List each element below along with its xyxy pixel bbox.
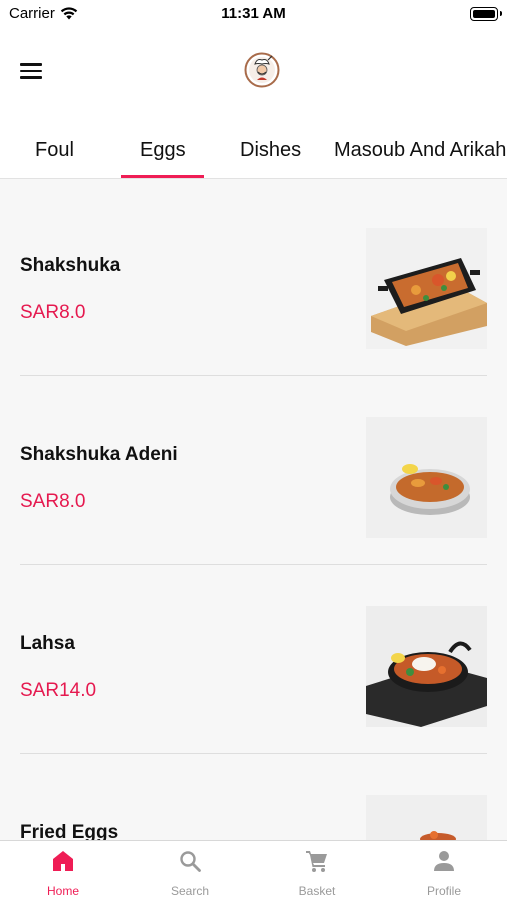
tab-masoub-and-arikah[interactable]: Masoub And Arikah <box>334 139 506 162</box>
lahsa-image <box>366 606 487 727</box>
item-name: Shakshuka Adeni <box>20 444 178 465</box>
nav-basket[interactable]: Basket <box>254 841 380 900</box>
hamburger-menu-icon[interactable] <box>20 58 50 84</box>
tab-foul[interactable]: Foul <box>35 139 74 162</box>
home-icon <box>53 851 73 871</box>
app-header <box>0 30 507 120</box>
battery-icon <box>470 7 502 21</box>
bottom-navigation: Home Search Basket Profile <box>0 840 507 900</box>
nav-basket-label: Basket <box>298 884 336 898</box>
status-bar: Carrier 11:31 AM <box>0 0 507 30</box>
item-price: SAR8.0 <box>20 302 86 323</box>
item-price: SAR14.0 <box>20 680 97 701</box>
menu-item-fried-eggs[interactable]: Fried Eggs <box>0 747 507 840</box>
search-icon <box>180 851 201 872</box>
tab-dishes[interactable]: Dishes <box>240 139 301 162</box>
category-tabs: Foul Eggs Dishes Masoub And Arikah <box>0 120 507 179</box>
nav-search-label: Search <box>170 884 210 898</box>
chef-logo-icon[interactable] <box>244 52 280 88</box>
menu-item-lahsa[interactable]: Lahsa SAR14.0 <box>0 558 507 754</box>
shakshuka-adeni-image <box>366 417 487 538</box>
nav-home-label: Home <box>46 884 79 898</box>
nav-profile[interactable]: Profile <box>381 841 507 900</box>
menu-item-list[interactable]: Shakshuka SAR8.0 Shakshuka Adeni SAR8.0 … <box>0 180 507 840</box>
tab-eggs[interactable]: Eggs <box>140 139 186 162</box>
item-price: SAR8.0 <box>20 491 86 512</box>
fried-eggs-image <box>366 795 487 840</box>
app-screen: Carrier 11:31 AM Foul Eggs Dishes Masoub… <box>0 0 507 900</box>
shakshuka-image <box>366 228 487 349</box>
active-tab-indicator <box>121 175 204 178</box>
status-time: 11:31 AM <box>221 5 286 22</box>
menu-item-shakshuka-adeni[interactable]: Shakshuka Adeni SAR8.0 <box>0 369 507 565</box>
nav-profile-label: Profile <box>426 884 461 898</box>
item-name: Shakshuka <box>20 255 121 276</box>
item-name: Lahsa <box>20 633 75 654</box>
nav-search[interactable]: Search <box>127 841 253 900</box>
cart-icon <box>306 851 327 872</box>
nav-home[interactable]: Home <box>0 841 126 900</box>
profile-icon <box>434 851 454 871</box>
item-name: Fried Eggs <box>20 822 119 840</box>
menu-item-shakshuka[interactable]: Shakshuka SAR8.0 <box>0 180 507 376</box>
